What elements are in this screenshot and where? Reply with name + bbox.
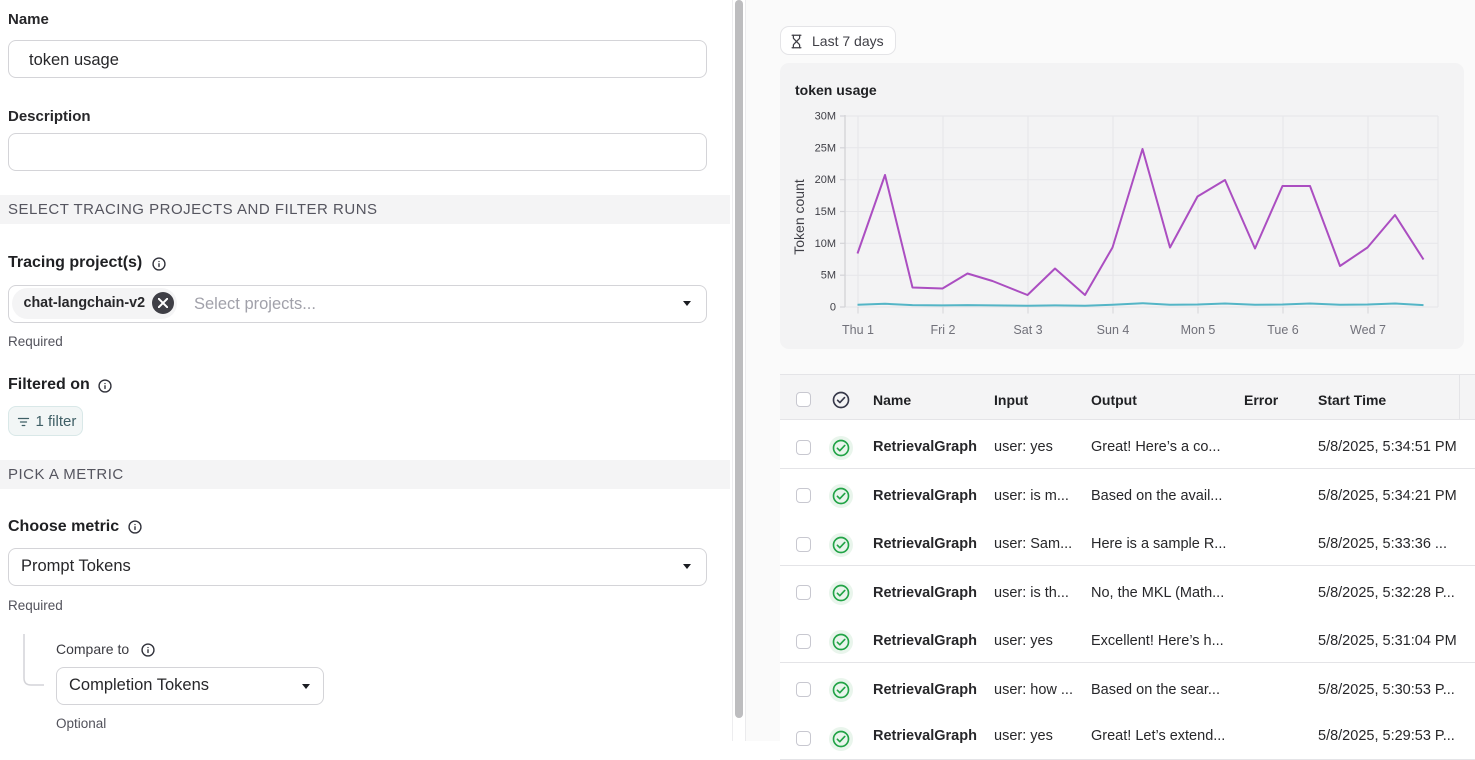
svg-text:30M: 30M	[815, 111, 836, 123]
svg-text:Wed 7: Wed 7	[1350, 323, 1386, 337]
svg-text:20M: 20M	[815, 174, 836, 186]
svg-text:25M: 25M	[815, 142, 836, 154]
svg-text:Sun 4: Sun 4	[1097, 323, 1130, 337]
svg-text:0: 0	[830, 302, 836, 314]
svg-text:Sat 3: Sat 3	[1013, 323, 1042, 337]
svg-text:Mon 5: Mon 5	[1181, 323, 1216, 337]
svg-text:15M: 15M	[815, 206, 836, 218]
svg-text:10M: 10M	[815, 238, 836, 250]
svg-text:5M: 5M	[821, 270, 836, 282]
svg-text:Thu 1: Thu 1	[842, 323, 874, 337]
svg-text:Token count: Token count	[791, 179, 807, 255]
svg-text:Tue 6: Tue 6	[1267, 323, 1299, 337]
svg-text:Fri 2: Fri 2	[931, 323, 956, 337]
